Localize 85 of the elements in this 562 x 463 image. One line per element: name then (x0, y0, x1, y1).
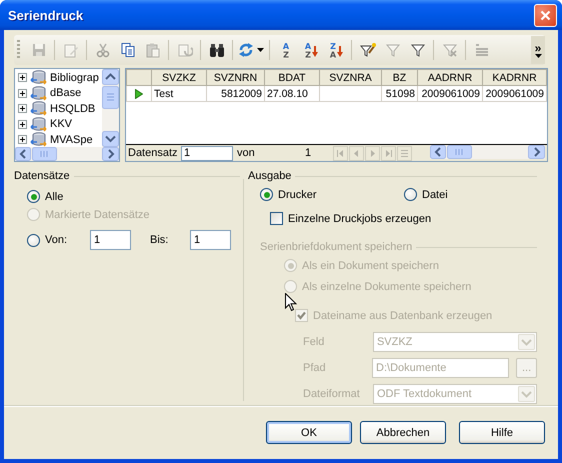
table-cell: 5812009 (206, 86, 264, 102)
column-header[interactable]: SVZNRN (206, 70, 264, 86)
close-button[interactable] (534, 4, 557, 26)
database-icon (30, 70, 47, 86)
of-label: von (236, 147, 256, 159)
database-icon (30, 132, 47, 147)
radio-label[interactable]: Drucker (278, 188, 317, 200)
database-icon (30, 116, 47, 132)
table-cell: 27.08.10 (264, 86, 320, 102)
first-icon (336, 148, 345, 158)
horizontal-scrollbar[interactable] (430, 144, 545, 162)
to-label: Bis: (149, 234, 170, 246)
tree-item[interactable]: HSQLDB (50, 102, 96, 115)
checkbox[interactable] (270, 212, 283, 225)
sort-ascending-button[interactable]: A Z (298, 38, 323, 62)
column-header[interactable]: KADRNR (482, 70, 546, 86)
list-icon (474, 42, 490, 58)
copy-icon (120, 42, 136, 58)
clipboard-icon (144, 42, 160, 58)
close-icon (540, 10, 551, 20)
field-label: Feld (303, 336, 326, 348)
radio-label[interactable]: Datei (422, 188, 448, 200)
dropdown-icon (518, 334, 535, 350)
radio-button[interactable] (260, 188, 273, 201)
radio-label[interactable]: Von: (45, 234, 68, 246)
expand-icon[interactable] (18, 120, 27, 129)
sort-button[interactable]: A Z (273, 38, 298, 62)
table-cell: Test (152, 86, 206, 102)
caret-icon (534, 54, 542, 58)
new-icon (400, 148, 409, 158)
refresh-icon (238, 42, 254, 58)
record-count: 1 (304, 147, 312, 159)
record-field[interactable]: 1 (181, 146, 233, 160)
horizontal-scrollbar[interactable] (15, 147, 119, 161)
binoculars-icon (208, 42, 224, 58)
vertical-scrollbar[interactable] (102, 69, 119, 147)
radio-button[interactable] (404, 188, 417, 201)
expand-icon[interactable] (18, 73, 27, 82)
filter-icon (384, 42, 400, 58)
column-header[interactable]: BDAT (264, 70, 320, 86)
column-header[interactable]: SVZKZ (152, 70, 206, 86)
database-icon (30, 101, 47, 116)
database-icon (30, 86, 47, 101)
column-header[interactable]: SVZNRA (320, 70, 382, 86)
next-icon (368, 148, 377, 158)
from-field[interactable]: 1 (90, 230, 131, 250)
filter-wand-icon (360, 42, 376, 58)
table-cell: 51098 (382, 86, 418, 102)
checkmark-icon (297, 311, 306, 320)
table-cell: 2009061009 (482, 86, 546, 102)
sort-icon: A Z (278, 42, 294, 58)
last-icon (384, 148, 393, 158)
tree-item[interactable]: Bibliograp (50, 72, 99, 84)
record-label: Datensatz (127, 147, 179, 159)
radio-button[interactable] (27, 190, 40, 203)
filter-icon (410, 42, 426, 58)
field-label: Pfad (303, 362, 327, 374)
pencil-icon (62, 42, 78, 58)
document-arrow-icon (176, 42, 192, 58)
column-header[interactable]: AADRNR (418, 70, 482, 86)
group-title: Serienbriefdokument speichern (260, 241, 412, 253)
mouse-pointer-icon (285, 293, 297, 312)
sort-descending-button[interactable]: Z A (323, 38, 348, 62)
to-field[interactable]: 1 (190, 230, 231, 250)
expand-icon[interactable] (18, 88, 27, 98)
remove-filter-icon (442, 42, 458, 58)
table-cell: 2009061009 (418, 86, 482, 102)
expand-icon[interactable] (18, 135, 27, 144)
column-header[interactable]: BZ (382, 70, 418, 86)
previous-icon (352, 148, 361, 158)
group-title: Datensätze (14, 170, 70, 182)
tree-item[interactable]: dBase (50, 87, 82, 100)
expand-icon[interactable] (18, 104, 27, 114)
radio-button[interactable] (27, 234, 40, 246)
toolbar-overflow-button[interactable]: » (531, 36, 545, 64)
scissors-icon (94, 42, 110, 58)
dialog-button[interactable]: Hilfe (459, 421, 545, 444)
radio-label[interactable]: Alle (45, 190, 64, 202)
group-title: Ausgabe (248, 170, 292, 182)
dropdown-icon (518, 386, 535, 402)
tree-item[interactable]: MVASpe (50, 134, 93, 146)
tree-item[interactable]: KKV (50, 118, 72, 130)
field-label: Dateiformat (303, 388, 361, 400)
window-title: Seriendruck (8, 8, 84, 22)
checkbox-label[interactable]: Einzelne Druckjobs erzeugen (288, 212, 432, 224)
